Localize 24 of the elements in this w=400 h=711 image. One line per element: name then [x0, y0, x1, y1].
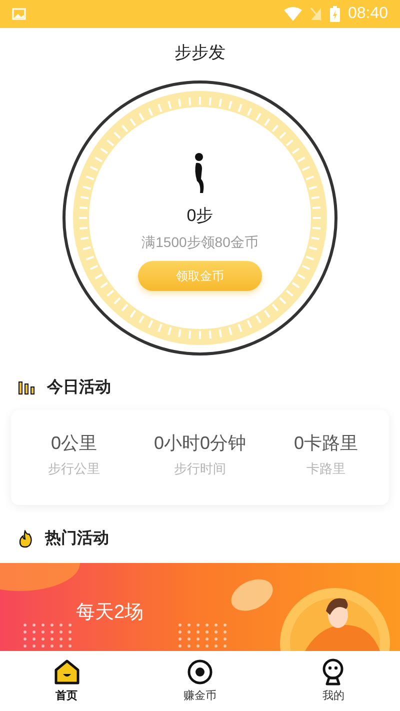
step-count: 0步	[186, 204, 214, 227]
stat-label: 步行时间	[174, 460, 226, 478]
bar-chart-icon	[18, 381, 35, 395]
section-title: 今日活动	[47, 378, 111, 398]
flame-icon	[18, 530, 33, 548]
nav-tab[interactable]: 我的	[288, 658, 378, 704]
no-signal-icon	[310, 7, 322, 21]
wifi-icon	[284, 7, 302, 21]
stat-label: 卡路里	[306, 460, 346, 478]
page-title: 步步发	[174, 42, 226, 64]
stat-value: 0卡路里	[294, 432, 358, 455]
target-icon	[186, 658, 214, 686]
stat-label: 步行公里	[48, 460, 100, 478]
banner-caption: 每天2场	[76, 601, 144, 625]
stat-value: 0公里	[50, 432, 97, 455]
nav-tab[interactable]: 赚金币	[154, 658, 245, 704]
stat-value: 0小时0分钟	[154, 432, 246, 455]
clock: 08:40	[348, 4, 388, 24]
home-icon	[52, 658, 81, 686]
battery-charging-icon	[330, 6, 340, 22]
goal-text: 满1500步领80金币	[142, 233, 258, 252]
nav-tab[interactable]: 首页	[22, 658, 112, 704]
image-icon	[12, 8, 26, 20]
section-title: 热门活动	[45, 528, 109, 549]
